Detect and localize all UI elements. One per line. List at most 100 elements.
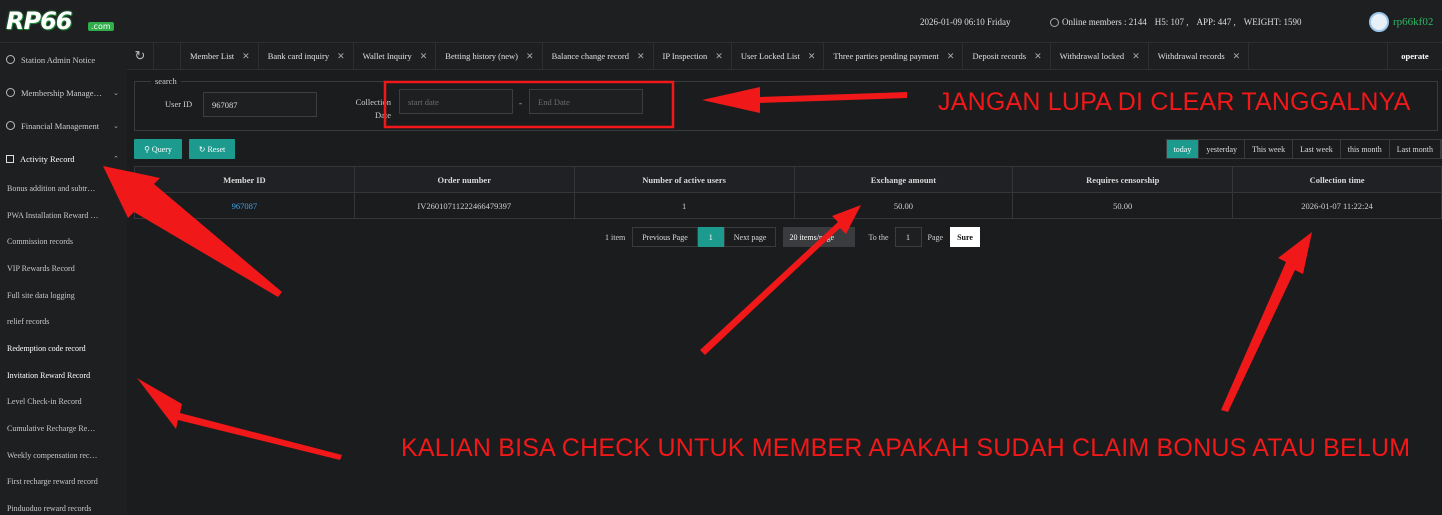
close-icon[interactable]: ✕ xyxy=(420,51,428,62)
tab-withdrawal-records[interactable]: Withdrawal records ✕ xyxy=(1149,43,1250,69)
tab-user-locked[interactable]: User Locked List ✕ xyxy=(732,43,825,69)
sidebar-item-level-checkin[interactable]: Level Check-in Record xyxy=(0,389,127,416)
user-id-label: User ID xyxy=(165,99,193,109)
reset-button-label: Reset xyxy=(207,144,226,154)
page-size-select[interactable]: 20 items/page xyxy=(783,227,856,247)
tab-label: Bank card inquiry xyxy=(267,51,330,61)
sidebar-item-weekly-compensation[interactable]: Weekly compensation rec… xyxy=(0,442,127,469)
col-requires-censorship[interactable]: Requires censorship xyxy=(1012,166,1234,193)
close-icon[interactable]: ✕ xyxy=(1132,51,1140,62)
collection-date-label: Collection Date xyxy=(351,96,391,122)
tab-label: Three parties pending payment xyxy=(833,51,939,61)
start-date-input[interactable] xyxy=(399,89,513,114)
sidebar-item-bonus-addition[interactable]: Bonus addition and subtr… xyxy=(0,175,127,202)
logo[interactable]: RP66 .com xyxy=(6,7,118,37)
sidebar-item-pwa-reward[interactable]: PWA Installation Reward … xyxy=(0,202,127,229)
tab-home[interactable] xyxy=(154,43,181,69)
col-member-id[interactable]: Member ID xyxy=(134,166,355,193)
tab-balance-change[interactable]: Balance change record ✕ xyxy=(543,43,654,69)
top-bar: RP66 .com 2026-01-09 06:10 Friday Online… xyxy=(0,0,1442,43)
tab-bank-card-inquiry[interactable]: Bank card inquiry ✕ xyxy=(259,43,354,69)
close-icon[interactable]: ✕ xyxy=(337,51,345,62)
sidebar-group-membership[interactable]: Membership Manage… ⌄ xyxy=(0,76,127,109)
reset-button[interactable]: ↻ Reset xyxy=(189,139,235,159)
end-date-input[interactable] xyxy=(529,89,643,114)
search-icon: ⚲ xyxy=(144,144,150,154)
close-icon[interactable]: ✕ xyxy=(715,51,723,62)
pagination: 1 item Previous Page 1 Next page 20 item… xyxy=(605,227,980,247)
tab-betting-history[interactable]: Betting history (new) ✕ xyxy=(436,43,543,69)
next-page-button[interactable]: Next page xyxy=(723,227,777,247)
close-icon[interactable]: ✕ xyxy=(1233,51,1241,62)
tab-deposit-records[interactable]: Deposit records ✕ xyxy=(963,43,1051,69)
tab-three-parties[interactable]: Three parties pending payment ✕ xyxy=(824,43,964,69)
tab-label: User Locked List xyxy=(740,51,800,61)
goto-confirm-button[interactable]: Sure xyxy=(950,227,980,247)
user-id-input[interactable] xyxy=(203,92,317,117)
collection-label-line1: Collection xyxy=(355,97,391,107)
date-range-separator: - xyxy=(519,98,522,108)
goto-label: To the xyxy=(868,232,889,242)
user-menu[interactable]: rp66kf02 xyxy=(1369,12,1433,32)
tab-operate-menu[interactable]: operate xyxy=(1387,43,1442,69)
refresh-icon[interactable]: ↻ xyxy=(127,43,154,69)
total-items: 1 item xyxy=(605,232,626,242)
col-collection-time[interactable]: Collection time xyxy=(1232,166,1442,193)
close-icon[interactable]: ✕ xyxy=(637,51,645,62)
sidebar-group-activity-record[interactable]: Activity Record ⌃ xyxy=(0,142,127,175)
close-icon[interactable]: ✕ xyxy=(808,51,816,62)
close-icon[interactable]: ✕ xyxy=(242,51,250,62)
tab-label: Withdrawal locked xyxy=(1059,51,1125,61)
close-icon[interactable]: ✕ xyxy=(947,51,955,62)
exchange-amount-cell: 50.00 xyxy=(793,192,1014,219)
range-this-month[interactable]: this month xyxy=(1341,140,1390,158)
range-this-week[interactable]: This week xyxy=(1245,140,1294,158)
col-exchange-amount[interactable]: Exchange amount xyxy=(793,166,1014,193)
app-count: APP: 447 , xyxy=(1196,17,1236,28)
chevron-down-icon: ⌄ xyxy=(113,121,119,130)
tab-member-list[interactable]: Member List ✕ xyxy=(181,43,259,69)
sidebar-item-cumulative-recharge[interactable]: Cumulative Recharge Re… xyxy=(0,415,127,442)
range-last-month[interactable]: Last month xyxy=(1390,140,1441,158)
sidebar-group-station-notice[interactable]: Station Admin Notice xyxy=(0,43,127,76)
range-yesterday[interactable]: yesterday xyxy=(1199,140,1245,158)
collection-time-cell: 2026-01-07 11:22:24 xyxy=(1232,192,1442,219)
sidebar-item-relief[interactable]: relief records xyxy=(0,308,127,335)
current-page-button[interactable]: 1 xyxy=(697,227,724,247)
tab-ip-inspection[interactable]: IP Inspection ✕ xyxy=(654,43,732,69)
chevron-down-icon: ⌄ xyxy=(113,88,119,97)
sidebar-item-redemption-code[interactable]: Redemption code record xyxy=(0,335,127,362)
range-today[interactable]: today xyxy=(1166,140,1200,158)
page-size-label: 20 items/page xyxy=(789,232,835,242)
sidebar-item-full-site-logging[interactable]: Full site data logging xyxy=(0,282,127,309)
quick-date-range: today yesterday This week Last week this… xyxy=(1165,139,1442,159)
sidebar-group-label: Station Admin Notice xyxy=(21,54,96,65)
tab-wallet-inquiry[interactable]: Wallet Inquiry ✕ xyxy=(354,43,437,69)
tab-label: Withdrawal records xyxy=(1157,51,1225,61)
avatar[interactable] xyxy=(1369,12,1389,32)
sidebar-item-vip-rewards[interactable]: VIP Rewards Record xyxy=(0,255,127,282)
previous-page-button[interactable]: Previous Page xyxy=(632,227,698,247)
col-active-users[interactable]: Number of active users xyxy=(573,166,795,193)
tab-label: Betting history (new) xyxy=(445,51,519,61)
goto-page-input[interactable] xyxy=(894,227,922,247)
username[interactable]: rp66kf02 xyxy=(1393,16,1433,28)
annotation-check-member: KALIAN BISA CHECK UNTUK MEMBER APAKAH SU… xyxy=(401,434,1411,462)
online-stats: Online members : 2144 H5: 107 , APP: 447… xyxy=(1050,17,1302,28)
col-order-number[interactable]: Order number xyxy=(353,166,575,193)
sidebar-group-label: Financial Management xyxy=(21,120,100,131)
query-button[interactable]: ⚲ Query xyxy=(134,139,182,159)
close-icon[interactable]: ✕ xyxy=(526,51,534,62)
member-id-link[interactable]: 967087 xyxy=(134,192,355,219)
sidebar-item-first-recharge[interactable]: First recharge reward record xyxy=(0,469,127,496)
table-header-row: Member ID Order number Number of active … xyxy=(134,166,1442,193)
range-last-week[interactable]: Last week xyxy=(1293,140,1341,158)
sidebar-group-financial[interactable]: Financial Management ⌄ xyxy=(0,109,127,142)
sidebar-item-pinduoduo[interactable]: Pinduoduo reward records xyxy=(0,495,127,515)
tab-withdrawal-locked[interactable]: Withdrawal locked ✕ xyxy=(1051,43,1149,69)
collection-label-line2: Date xyxy=(374,110,391,120)
close-icon[interactable]: ✕ xyxy=(1034,51,1042,62)
sidebar-item-invitation-reward[interactable]: Invitation Reward Record xyxy=(0,362,127,389)
sidebar-item-commission[interactable]: Commission records xyxy=(0,228,127,255)
arrow-to-collection-time xyxy=(1221,232,1312,412)
